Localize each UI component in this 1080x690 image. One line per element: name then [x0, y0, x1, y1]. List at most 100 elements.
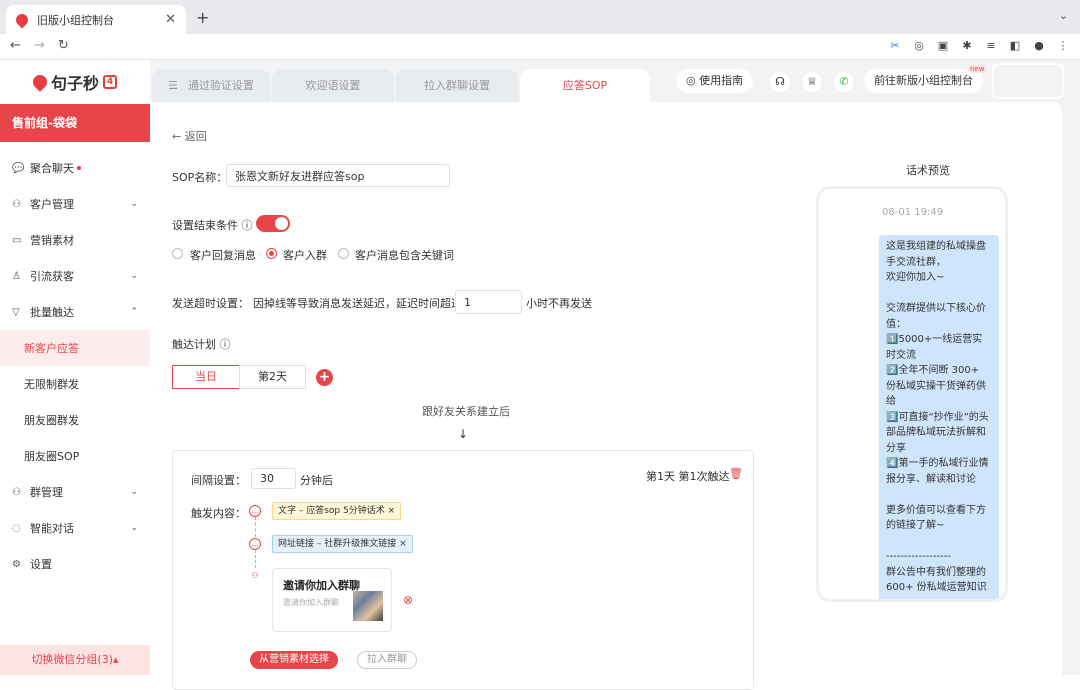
puzzle-icon[interactable]: ✱ [960, 39, 974, 53]
extension-bar: ✂ ◎ ▣ ✱ ≡ ◧ ● ⋮ [888, 39, 1070, 53]
preview-title: 话术预览 [906, 164, 950, 177]
trash-icon[interactable]: 🗑 [729, 467, 743, 480]
help-icon: ⓘ [238, 219, 253, 232]
tab-list-chevron-icon[interactable]: ⌄ [1059, 9, 1068, 22]
main-panel: ← 返回 SOP名称： 张恩文新好友进群应答sop 设置结束条件 ⓘ 客户回复消… [150, 102, 1062, 690]
timeout-input[interactable]: 1 [455, 290, 522, 314]
radio-keyword[interactable] [338, 248, 349, 259]
app: 句子秒 4 售前组-袋袋 💬 聚合聊天 ⚇ 客户管理 ⌄ ▭ 营销素材 ♙ 引流获客 ⌄ ▽… [0, 60, 1080, 690]
logo-pin-icon [30, 72, 50, 92]
browser-tab-bar: 旧版小组控制台 ✕ + ⌄ [0, 0, 1080, 34]
close-tab-icon[interactable]: ✕ [165, 12, 176, 27]
timeline-line [255, 550, 256, 568]
sidebar-item-moments-sop[interactable]: 朋友圈SOP [0, 438, 150, 474]
timeline-line [255, 517, 256, 537]
group-avatar-grid [353, 591, 383, 621]
interval-input[interactable]: 30 [251, 468, 296, 489]
sidebar-item-label: 朋友圈SOP [24, 450, 80, 463]
sidebar-menu: 💬 聚合聊天 ⚇ 客户管理 ⌄ ▭ 营销素材 ♙ 引流获客 ⌄ ▽ 批量触达 ⌃ 新客户应答 无… [0, 150, 150, 582]
sidebar-item-settings[interactable]: ⚙ 设置 [0, 546, 150, 582]
interval-label: 间隔设置： [191, 474, 246, 487]
day-tab-day2[interactable]: 第2天 [239, 365, 306, 389]
guide-label: 使用指南 [699, 74, 744, 87]
new-tab-button[interactable]: + [196, 8, 209, 27]
sidepanel-icon[interactable]: ◧ [1008, 39, 1022, 53]
profile-icon[interactable]: ● [1032, 39, 1046, 53]
sidebar-item-acquisition[interactable]: ♙ 引流获客 ⌄ [0, 258, 150, 294]
sidebar-item-smart-dialog[interactable]: ◌ 智能对话 ⌄ [0, 510, 150, 546]
end-condition-toggle[interactable] [256, 215, 290, 232]
radio-label: 客户消息包含关键词 [355, 249, 454, 262]
chevron-down-icon: ⌄ [130, 487, 138, 497]
chevron-up-icon: ⌃ [130, 307, 138, 317]
chip-text-message[interactable]: 文字 – 应答sop 5分钟话术 × [272, 502, 402, 520]
sop-name-input[interactable]: 张恩文新好友进群应答sop [226, 164, 450, 187]
reload-button[interactable]: ↻ [58, 38, 69, 53]
sidebar-item-moments-broadcast[interactable]: 朋友圈群发 [0, 402, 150, 438]
sidebar-item-label: 朋友圈群发 [24, 414, 79, 427]
sop-name-label: SOP名称： [172, 171, 228, 184]
select-material-button[interactable]: 从营销素材选择 [250, 651, 338, 669]
tab-reply-sop[interactable]: 应答SOP [520, 69, 650, 103]
tab-group-invite[interactable]: 拉入群聊设置 [396, 69, 518, 103]
account-box[interactable] [992, 63, 1064, 99]
sidebar-item-customers[interactable]: ⚇ 客户管理 ⌄ [0, 186, 150, 222]
group-node-icon: ⚇ [251, 571, 259, 580]
scissors-icon[interactable]: ✂ [888, 39, 902, 53]
whatsapp-icon[interactable]: ✆ [834, 72, 854, 92]
chat-icon: 💬 [12, 162, 25, 174]
filter-icon: ▽ [12, 306, 20, 318]
sidebar-item-materials[interactable]: ▭ 营销素材 [0, 222, 150, 258]
playlist-icon[interactable]: ≡ [984, 39, 998, 53]
group-invite-card[interactable]: 邀请你加入群聊 邀请你加入群聊 [272, 568, 392, 632]
day-tab-today[interactable]: 当日 [172, 365, 240, 389]
sidebar-item-label: 智能对话 [30, 522, 74, 535]
sidebar-item-label: 无限制群发 [24, 378, 79, 391]
tab-verification[interactable]: ☰ 通过验证设置 [152, 69, 270, 103]
sidebar-item-label: 引流获客 [30, 270, 74, 283]
sidebar-item-unlimited-broadcast[interactable]: 无限制群发 [0, 366, 150, 402]
sidebar-item-new-customer-reply[interactable]: 新客户应答 [0, 330, 150, 366]
folder-icon: ▭ [12, 234, 22, 246]
timeout-suffix: 小时不再发送 [526, 297, 592, 310]
add-group-button[interactable]: 拉入群聊 [357, 651, 417, 669]
tab-label: 通过验证设置 [187, 79, 254, 92]
sidebar-item-groups[interactable]: ⚇ 群管理 ⌄ [0, 474, 150, 510]
radio-customer-join[interactable] [266, 248, 277, 259]
switch-group-button[interactable]: 切换微信分组(3)▴ [0, 645, 150, 675]
sidebar-item-label: 聚合聊天 [30, 162, 74, 175]
phone-preview: 08-01 19:49 这是我组建的私域操盘手交流社群， 欢迎你加入~ 交流群提… [816, 186, 1008, 602]
tab-welcome[interactable]: 欢迎语设置 [272, 69, 394, 103]
interval-unit: 分钟后 [300, 474, 333, 487]
copy-icon[interactable]: ◎ [912, 39, 926, 53]
arrow-down-icon: ↓ [458, 427, 469, 441]
shirt-icon[interactable]: ♕ [802, 72, 822, 92]
radio-customer-reply[interactable] [172, 248, 183, 259]
message-time: 08-01 19:49 [882, 207, 944, 218]
add-day-button[interactable]: + [316, 369, 333, 386]
new-console-button[interactable]: 前往新版小组控制台 [864, 69, 983, 93]
browser-tab[interactable]: 旧版小组控制台 ✕ [6, 5, 186, 34]
sidebar-item-label: 营销素材 [30, 234, 74, 247]
more-icon[interactable]: ⋮ [1056, 39, 1070, 53]
chip-url-link[interactable]: 网址链接 – 社群升级推文链接 × [272, 535, 413, 553]
forward-button[interactable]: → [34, 38, 45, 53]
sidebar-item-label: 设置 [30, 558, 52, 571]
sidebar-item-chat[interactable]: 💬 聚合聊天 [0, 150, 150, 186]
address-bar: ← → ↻ ✂ ◎ ▣ ✱ ≡ ◧ ● ⋮ [0, 34, 1080, 60]
trigger-card: 间隔设置： 30 分钟后 第1天 第1次触达 🗑 触发内容： … 文字 – 应答… [172, 450, 754, 690]
link-node-icon: … [249, 538, 261, 550]
back-link[interactable]: ← 返回 [172, 128, 207, 144]
remove-icon[interactable]: ⊗ [403, 593, 413, 607]
clipboard-icon[interactable]: ▣ [936, 39, 950, 53]
guide-button[interactable]: ◎ 使用指南 [676, 69, 754, 93]
chevron-down-icon: ⌄ [130, 523, 138, 533]
timeout-label: 发送超时设置： [172, 297, 249, 310]
favicon-icon [13, 11, 31, 28]
new-badge: new [968, 65, 987, 73]
back-button[interactable]: ← [10, 38, 21, 53]
radio-label: 客户回复消息 [190, 249, 256, 262]
back-label: 返回 [184, 130, 207, 143]
headset-icon[interactable]: ☊ [770, 72, 790, 92]
sidebar-item-batch[interactable]: ▽ 批量触达 ⌃ [0, 294, 150, 330]
